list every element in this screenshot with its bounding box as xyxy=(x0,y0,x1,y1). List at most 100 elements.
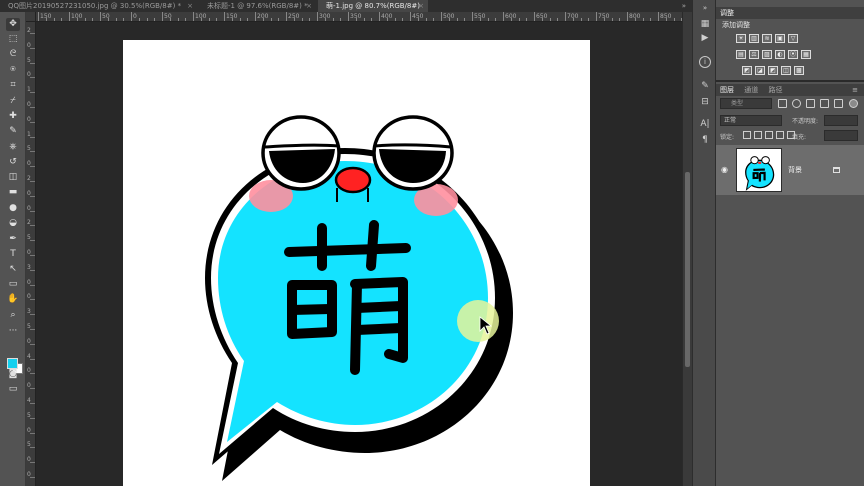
black-white-icon[interactable]: ▨ xyxy=(762,50,772,59)
channel-mixer-icon[interactable]: ⦿ xyxy=(788,50,798,59)
eyedropper-icon[interactable]: ⌿ xyxy=(6,95,20,108)
ruler-h-minor-tick xyxy=(394,18,396,21)
collapse-icon[interactable]: » xyxy=(699,2,711,14)
vertical-ruler[interactable]: 2050100150200250300350400450500 xyxy=(26,22,36,486)
levels-icon[interactable]: ▥ xyxy=(749,34,759,43)
threshold-icon[interactable]: ◩ xyxy=(768,66,778,75)
ruler-h-minor-tick xyxy=(510,18,512,21)
brush-icon[interactable]: ✎ xyxy=(6,125,20,138)
vibrance-icon[interactable]: ▽ xyxy=(788,34,798,43)
more-tools-icon[interactable]: ··· xyxy=(6,325,20,338)
selective-color-icon[interactable]: ▩ xyxy=(794,66,804,75)
filter-smart-icon[interactable] xyxy=(834,99,843,108)
type-icon[interactable]: T xyxy=(6,248,20,261)
ruler-h-minor-tick xyxy=(611,18,613,21)
history-brush-icon[interactable]: ↺ xyxy=(6,156,20,169)
quick-mask-icon[interactable]: ◙ xyxy=(6,368,20,381)
zoom-icon[interactable]: ⌕ xyxy=(6,309,20,322)
photoshop-window: QQ图片20190527231050.jpg @ 30.5%(RGB/8#) *… xyxy=(0,0,864,486)
dodge-icon[interactable]: ◒ xyxy=(6,217,20,230)
character-icon[interactable]: A| xyxy=(699,118,711,130)
horizontal-ruler[interactable]: 150 100 50 0 50 100 150 200 250 300 350 400 450 500 55… xyxy=(36,12,682,22)
lock-pixels-icon[interactable] xyxy=(754,131,762,139)
rectangle-icon[interactable]: ▭ xyxy=(6,278,20,291)
ruler-h-tick xyxy=(69,12,70,21)
ruler-h-minor-tick xyxy=(231,18,233,21)
document-canvas[interactable] xyxy=(123,40,590,486)
path-select-icon[interactable]: ↖ xyxy=(6,263,20,276)
blur-icon[interactable]: ● xyxy=(6,202,20,215)
panel-menu-icon[interactable]: ≡ xyxy=(852,84,858,96)
ruler-h-tick xyxy=(503,12,504,21)
lock-icon[interactable] xyxy=(833,167,840,173)
filter-adjust-icon[interactable] xyxy=(792,99,801,108)
tab-paths[interactable]: 路径 xyxy=(768,84,782,96)
play-icon[interactable]: ▶ xyxy=(699,32,711,44)
spot-heal-icon[interactable]: ✚ xyxy=(6,110,20,123)
tab-meng-jpg[interactable]: 萌-1.jpg @ 80.7%(RGB/8#) × xyxy=(318,0,428,12)
gradient-map-icon[interactable]: ◫ xyxy=(781,66,791,75)
info-icon[interactable]: i xyxy=(699,56,711,68)
color-balance-icon[interactable]: ⚖ xyxy=(749,50,759,59)
scroll-thumb[interactable] xyxy=(685,172,690,367)
paragraph-icon[interactable]: ¶ xyxy=(699,134,711,146)
tab-qq-image[interactable]: QQ图片20190527231050.jpg @ 30.5%(RGB/8#) *… xyxy=(0,0,197,12)
ruler-v-tick xyxy=(30,284,35,286)
tab-adjustments[interactable]: 调整 xyxy=(720,7,734,19)
close-icon[interactable]: × xyxy=(187,0,193,12)
opacity-field[interactable] xyxy=(824,115,858,126)
ruler-h-minor-tick xyxy=(177,18,179,21)
vertical-scrollbar[interactable] xyxy=(682,12,692,486)
close-icon[interactable]: × xyxy=(306,0,312,12)
eye-icon[interactable]: ◉ xyxy=(721,165,728,174)
tab-layers[interactable]: 图层 xyxy=(720,84,734,96)
lasso-icon[interactable]: ᘓ xyxy=(6,48,20,61)
ruler-corner xyxy=(26,12,36,22)
eraser-icon[interactable]: ◫ xyxy=(6,171,20,184)
color-icon[interactable]: ▦ xyxy=(699,18,711,30)
panel-separator xyxy=(716,80,864,82)
photo-filter-icon[interactable]: ◐ xyxy=(775,50,785,59)
quick-select-icon[interactable]: ⍟ xyxy=(6,64,20,77)
hand-icon[interactable]: ✋ xyxy=(6,293,20,306)
brush-settings-icon[interactable]: ✎ xyxy=(699,80,711,92)
curves-icon[interactable]: ≋ xyxy=(762,34,772,43)
adjust-icon[interactable]: ⊟ xyxy=(699,96,711,108)
brightness-icon[interactable]: ☀ xyxy=(736,34,746,43)
clone-stamp-icon[interactable]: ⎈ xyxy=(6,141,20,154)
close-icon[interactable]: × xyxy=(418,0,424,12)
tab-label: 萌-1.jpg @ 80.7%(RGB/8#) xyxy=(326,2,420,10)
move-icon[interactable]: ✥ xyxy=(6,18,20,31)
filter-type-icon[interactable] xyxy=(806,99,815,108)
fill-field[interactable] xyxy=(824,130,858,141)
foreground-color-swatch[interactable] xyxy=(7,358,18,369)
layer-filter-select[interactable]: 类型 xyxy=(720,98,772,109)
blend-mode-select[interactable]: 正常 xyxy=(720,115,782,126)
tab-channels[interactable]: 通道 xyxy=(744,84,758,96)
screen-mode-icon[interactable]: ▭ xyxy=(6,383,20,396)
tab-untitled[interactable]: 未标题-1 @ 97.6%(RGB/8#) * × xyxy=(199,0,316,12)
layer-name[interactable]: 背景 xyxy=(788,165,802,175)
left-eye xyxy=(261,115,341,191)
tab-label: QQ图片20190527231050.jpg @ 30.5%(RGB/8#) * xyxy=(8,2,182,10)
posterize-icon[interactable]: ◪ xyxy=(755,66,765,75)
ruler-h-minor-tick xyxy=(340,18,342,21)
lock-transparent-icon[interactable] xyxy=(743,131,751,139)
lock-artboard-icon[interactable] xyxy=(776,131,784,139)
tab-overflow-icon[interactable]: » xyxy=(682,0,686,12)
ruler-h-minor-tick xyxy=(433,18,435,21)
ruler-v-tick xyxy=(30,92,35,94)
crop-icon[interactable]: ⌗ xyxy=(6,79,20,92)
lock-position-icon[interactable] xyxy=(765,131,773,139)
gradient-icon[interactable]: ▬ xyxy=(6,186,20,199)
color-lookup-icon[interactable]: ▦ xyxy=(801,50,811,59)
invert-icon[interactable]: ◩ xyxy=(742,66,752,75)
layer-row-background[interactable]: ◉ 背景 xyxy=(716,145,864,195)
hue-icon[interactable]: ▤ xyxy=(736,50,746,59)
filter-shape-icon[interactable] xyxy=(820,99,829,108)
pen-icon[interactable]: ✒ xyxy=(6,233,20,246)
filter-toggle-icon[interactable] xyxy=(849,99,858,108)
filter-pixel-icon[interactable] xyxy=(778,99,787,108)
marquee-icon[interactable]: ⬚ xyxy=(6,33,20,46)
exposure-icon[interactable]: ▣ xyxy=(775,34,785,43)
